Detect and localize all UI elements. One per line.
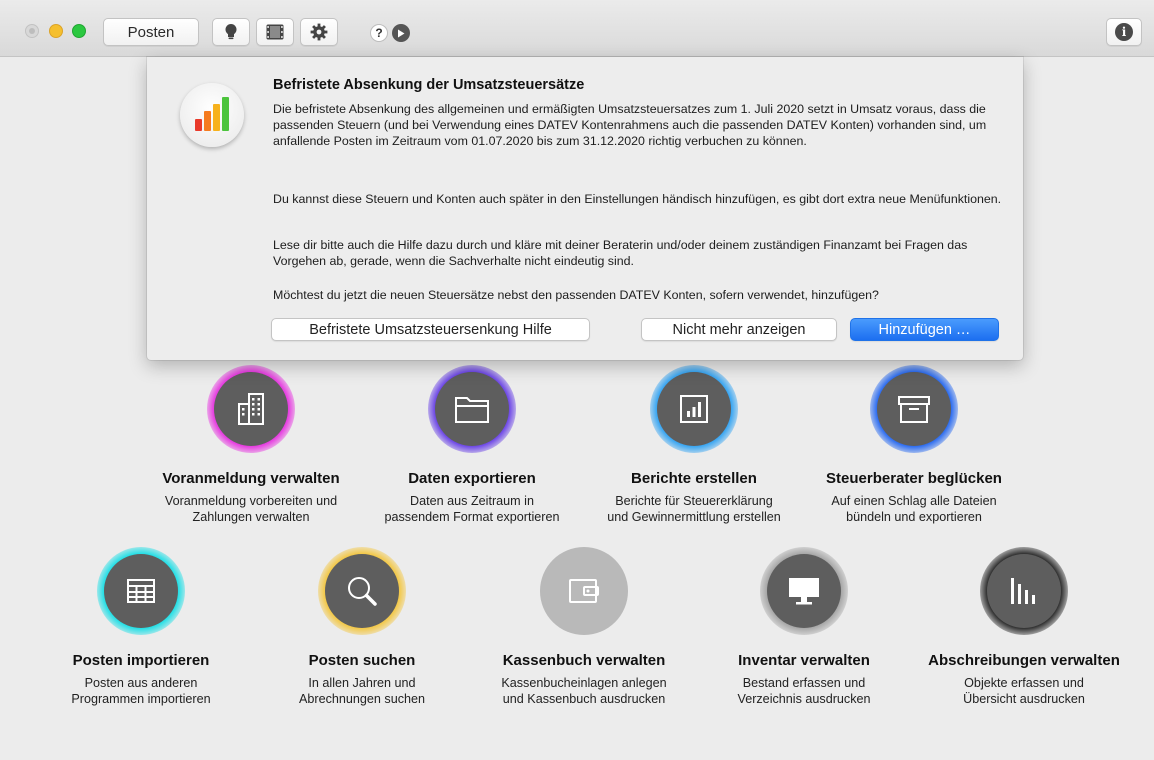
tile-title: Voranmeldung verwalten: [162, 470, 340, 487]
tile-description: Zahlungen verwalten: [192, 510, 310, 524]
dont-show-again-button[interactable]: Nicht mehr anzeigen: [641, 318, 837, 341]
tile-description: Posten aus anderen: [84, 676, 198, 690]
tile-description: Übersicht ausdrucken: [963, 692, 1085, 706]
monitor-icon: [789, 578, 819, 605]
tile-description: Programmen importieren: [71, 692, 211, 706]
tile-title: Posten suchen: [308, 652, 416, 669]
tile-description: Berichte für Steuererklärung: [615, 494, 773, 508]
tile-icon-ring: [650, 365, 738, 453]
tile-title: Daten exportieren: [408, 470, 536, 487]
vat-reduction-dialog: Befristete Absenkung der Umsatzsteuersät…: [147, 57, 1023, 360]
dialog-question: Möchtest du jetzt die neuen Steuersätze …: [273, 288, 879, 302]
tile-icon-ring: [207, 365, 295, 453]
bars-declining-icon: [1011, 578, 1035, 604]
gear-icon: [310, 23, 328, 41]
tile-icon-ring: [870, 365, 958, 453]
tile-description: und Kassenbuch ausdrucken: [502, 692, 666, 706]
tile-berichte-erstellen[interactable]: Berichte erstellen Berichte für Steuerer…: [584, 365, 804, 530]
tile-description: und Gewinnermittlung erstellen: [607, 510, 781, 524]
tile-icon-ring: [980, 547, 1068, 635]
tips-button[interactable]: [212, 18, 250, 46]
tile-description: Bestand erfassen und: [742, 676, 866, 690]
tile-inventar[interactable]: Inventar verwalten Bestand erfassen und …: [694, 547, 914, 712]
media-button[interactable]: [256, 18, 294, 46]
tile-icon-ring: [97, 547, 185, 635]
tile-kassenbuch[interactable]: Kassenbuch verwalten Kassenbucheinlagen …: [474, 547, 694, 712]
dialog-paragraph: Du kannst diese Steuern und Konten auch …: [273, 192, 1002, 206]
tile-description: Kassenbucheinlagen anlegen: [501, 676, 667, 690]
tile-icon-ring: [318, 547, 406, 635]
tile-title: Kassenbuch verwalten: [502, 652, 666, 669]
settings-button[interactable]: [300, 18, 338, 46]
tile-description: Daten aus Zeitraum in: [410, 494, 534, 508]
film-strip-icon: [266, 24, 284, 40]
folder-icon: [455, 397, 489, 423]
tile-icon-ring: [760, 547, 848, 635]
tile-title: Abschreibungen verwalten: [928, 652, 1120, 669]
tile-abschreibungen[interactable]: Abschreibungen verwalten Objekte erfasse…: [914, 547, 1134, 712]
toolbar: Posten ? i: [0, 0, 1154, 57]
tile-title: Berichte erstellen: [631, 470, 757, 487]
tile-daten-exportieren[interactable]: Daten exportieren Daten aus Zeitraum in …: [362, 365, 582, 530]
archive-box-icon: [898, 396, 930, 423]
tile-description: bündeln und exportieren: [846, 510, 982, 524]
tile-description: Objekte erfassen und: [964, 676, 1084, 690]
dialog-title: Befristete Absenkung der Umsatzsteuersät…: [273, 77, 585, 93]
building-icon: [238, 393, 264, 425]
play-icon: [398, 29, 405, 37]
dialog-paragraph: Lese dir bitte auch die Hilfe dazu durch…: [273, 238, 968, 269]
tile-description: Verzeichnis ausdrucken: [737, 692, 871, 706]
tile-description: Abrechnungen suchen: [298, 692, 426, 706]
report-chart-icon: [680, 395, 708, 423]
add-button[interactable]: Hinzufügen …: [850, 318, 999, 341]
posten-button[interactable]: Posten: [103, 18, 199, 46]
tile-title: Posten importieren: [72, 652, 210, 669]
tile-description: Voranmeldung vorbereiten und: [164, 494, 338, 508]
table-grid-icon: [127, 579, 155, 603]
close-window-button[interactable]: [25, 24, 39, 38]
vat-help-button[interactable]: Befristete Umsatzsteuersenkung Hilfe: [271, 318, 590, 341]
tile-posten-importieren[interactable]: Posten importieren Posten aus anderen Pr…: [31, 547, 251, 712]
lightbulb-icon: [225, 24, 237, 40]
tile-icon-ring: [428, 365, 516, 453]
help-button[interactable]: ?: [370, 24, 388, 42]
app-window: Posten ? i Befristete Absenkung der Umsa…: [0, 0, 1154, 760]
tile-description: Auf einen Schlag alle Dateien: [831, 494, 997, 508]
app-chart-icon: [180, 83, 244, 147]
dialog-paragraph: Die befristete Absenkung des allgemeinen…: [273, 102, 987, 149]
tile-posten-suchen[interactable]: Posten suchen In allen Jahren und Abrech…: [252, 547, 472, 712]
magnifier-icon: [348, 577, 377, 606]
tile-description: In allen Jahren und: [308, 676, 416, 690]
tile-icon-ring: [540, 547, 628, 635]
zoom-window-button[interactable]: [72, 24, 86, 38]
tile-steuerberater[interactable]: Steuerberater beglücken Auf einen Schlag…: [804, 365, 1024, 530]
tile-title: Steuerberater beglücken: [826, 470, 1002, 487]
info-button[interactable]: i: [1106, 18, 1142, 46]
tile-voranmeldung[interactable]: Voranmeldung verwalten Voranmeldung vorb…: [141, 365, 361, 530]
video-tutorial-button[interactable]: [392, 24, 410, 42]
tile-description: passendem Format exportieren: [384, 510, 560, 524]
info-icon: i: [1115, 23, 1133, 41]
tile-title: Inventar verwalten: [738, 652, 870, 669]
minimize-window-button[interactable]: [49, 24, 63, 38]
wallet-icon: [569, 579, 599, 603]
